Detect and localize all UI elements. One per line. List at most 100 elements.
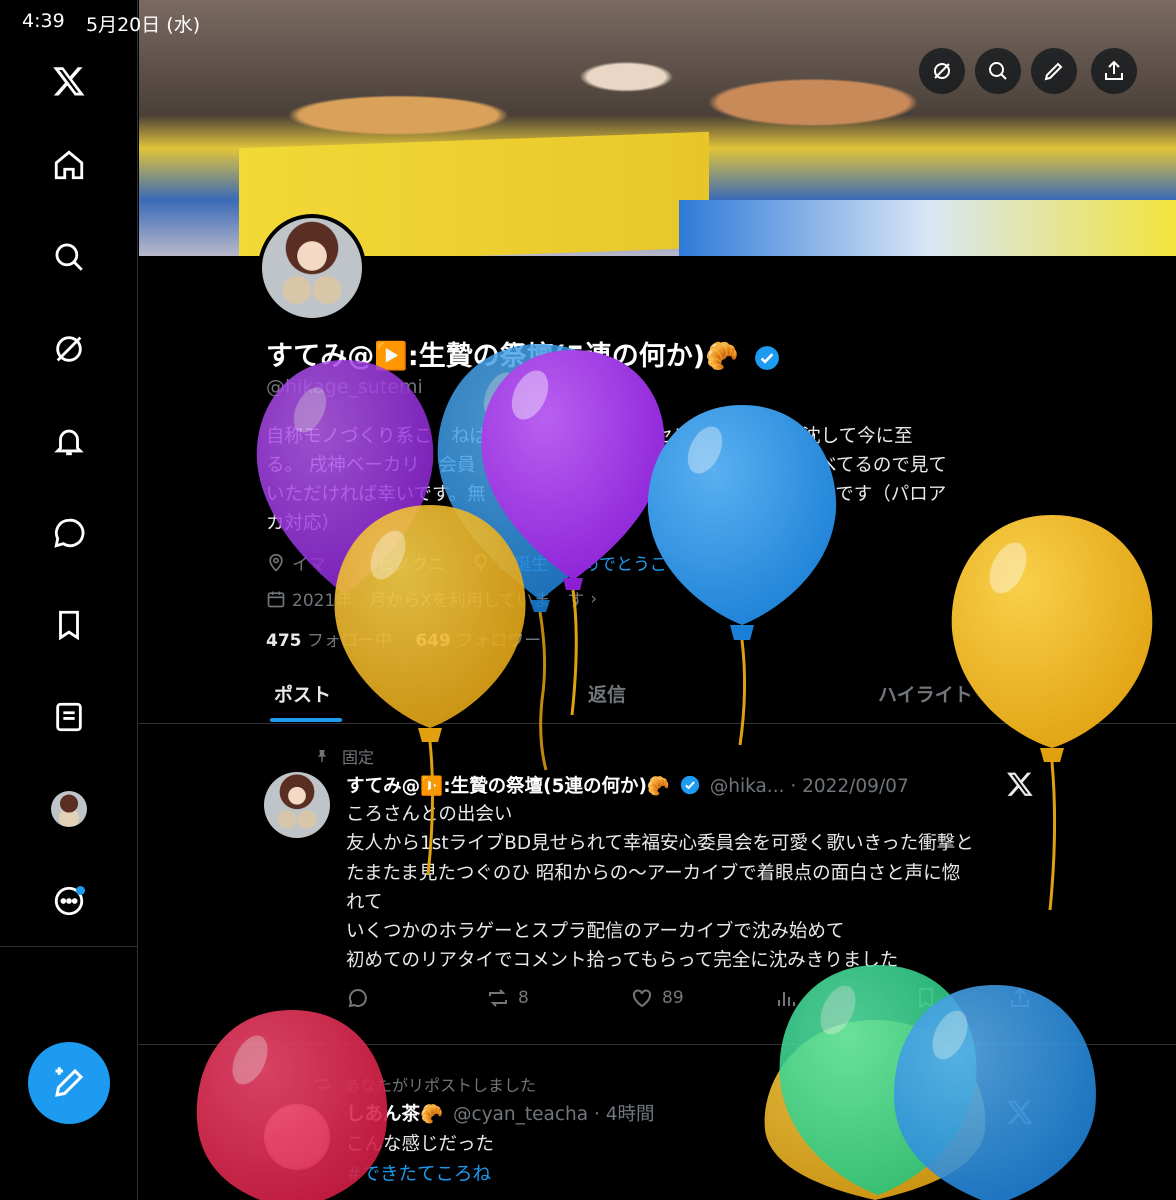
- search-icon: [989, 62, 1007, 80]
- post-line: 初めてのリアタイでコメント拾ってもらって完全に沈みきりました: [346, 950, 899, 972]
- verified-badge-icon: [680, 775, 699, 795]
- more-icon[interactable]: [44, 876, 94, 926]
- post-author-name[interactable]: すてみ@▶️:生贄の祭壇(5連の何か)🥐: [346, 776, 670, 797]
- reply-icon: [348, 988, 367, 1008]
- profile-meta-row: イマ ヒノクニ お誕生 おめでとうございます。: [266, 550, 750, 575]
- views-chart-icon: [778, 992, 795, 1006]
- post-line: たまたま見たつぐのひ 昭和からの〜アーカイブで着眼点の面白さと声に惚: [346, 862, 961, 884]
- compose-button[interactable]: [28, 1042, 110, 1124]
- tabs-divider: [139, 723, 1176, 724]
- balloon-green-bottom: [779, 965, 977, 1195]
- post-line: ころさんとの出会い: [346, 804, 513, 825]
- post-author-name[interactable]: しあん茶🥐: [346, 1104, 443, 1125]
- banner-grok-button[interactable]: [919, 48, 965, 94]
- repost-label: あなたがリポストしました: [314, 1072, 536, 1096]
- tab-posts[interactable]: ポスト: [274, 680, 331, 707]
- messages-icon[interactable]: [44, 508, 94, 558]
- reply-button[interactable]: [346, 986, 378, 1010]
- tab-highlights[interactable]: ハイライト: [878, 680, 973, 707]
- following-label[interactable]: フォロー中: [307, 631, 392, 651]
- views-button[interactable]: [774, 986, 798, 1010]
- search-icon[interactable]: [44, 232, 94, 282]
- x-logo-icon[interactable]: [44, 56, 94, 106]
- post-body: こんな感じだった #できたてころね: [346, 1130, 494, 1190]
- compose-post-icon: [55, 1067, 84, 1097]
- status-time: 4:39: [22, 10, 65, 32]
- display-name-text: すてみ@▶️:生贄の祭壇(5連の何か)🥐: [266, 341, 739, 372]
- follow-stats: 475 フォロー中 649 フォロワー: [266, 626, 559, 651]
- balloon-icon: [475, 553, 487, 571]
- pin-icon: [318, 750, 326, 762]
- bio-line: カ対応）: [266, 513, 341, 534]
- profile-location: イマ ヒノクニ: [292, 555, 445, 575]
- heart-icon: [633, 989, 651, 1008]
- notifications-bell-icon[interactable]: [44, 416, 94, 466]
- repost-icon: [489, 989, 507, 1007]
- x-logo-icon: [1007, 772, 1033, 796]
- post-line: れて: [346, 891, 383, 913]
- edit-icon: [1044, 62, 1063, 81]
- post-line: こんな感じだった: [346, 1134, 495, 1155]
- profile-joined-row[interactable]: 2021年 月からXを利用していま す ›: [266, 586, 597, 611]
- x-logo-icon: [1007, 1100, 1033, 1124]
- bookmark-button[interactable]: [914, 986, 938, 1010]
- balloon-yellow-bottom: [764, 1020, 986, 1200]
- calendar-icon: [267, 591, 285, 607]
- followers-count[interactable]: 649: [415, 631, 451, 651]
- bookmarks-icon[interactable]: [44, 600, 94, 650]
- post-line: いくつかのホラゲーとスプラ配信のアーカイブで沈み始めて: [346, 921, 845, 943]
- tab-replies[interactable]: 返信: [588, 680, 626, 707]
- bookmark-icon: [919, 988, 933, 1009]
- balloon-blue-bottom: [894, 985, 1096, 1200]
- like-count: 89: [662, 988, 684, 1008]
- sidebar-nav: [0, 0, 138, 1200]
- profile-handle: @hikage_sutemi: [266, 376, 423, 398]
- bio-line: る。 戌神ベーカリ 会員 5003 ハイライトにものづくり作品並べてるので見て: [266, 455, 947, 476]
- lists-icon[interactable]: [44, 692, 94, 742]
- repost-icon: [316, 1077, 330, 1091]
- profile-avatar[interactable]: [44, 784, 94, 834]
- like-button[interactable]: 89: [630, 986, 684, 1010]
- notification-dot: [76, 886, 85, 895]
- post-line: 友人から1stライブBD見せられて幸福安心委員会を可愛く歌いきった衝撃と: [346, 833, 974, 855]
- post-share-button[interactable]: [1008, 986, 1032, 1010]
- repost-label-text: あなたがリポストしました: [344, 1076, 537, 1095]
- post-body: ころさんとの出会い 友人から1stライブBD見せられて幸福安心委員会を可愛く歌い…: [346, 800, 1046, 976]
- pinned-label: 固定: [314, 744, 374, 768]
- profile-birthday[interactable]: お誕生 おめでとうございます。: [497, 550, 750, 575]
- status-bar: 4:39 5月20日 (水): [0, 0, 1176, 46]
- active-tab-indicator: [270, 718, 342, 722]
- share-icon: [1011, 987, 1029, 1007]
- repost-count: 8: [518, 988, 529, 1008]
- grok-icon: [934, 63, 950, 79]
- bio-line: いただければ幸いです。無 ア す。戌神ころねさんのファンです（パロア: [266, 484, 947, 505]
- profile-display-name: すてみ@▶️:生贄の祭壇(5連の何か)🥐: [266, 334, 780, 373]
- status-date: 5月20日 (水): [86, 14, 201, 36]
- profile-avatar-large[interactable]: [258, 214, 366, 322]
- banner-edit-button[interactable]: [1031, 48, 1077, 94]
- home-icon[interactable]: [44, 140, 94, 190]
- post-header: しあん茶🥐 @cyan_teacha · 4時間: [346, 1100, 655, 1126]
- bio-line: 自称モノづくり系こ ねば ろさんの歌とセンスと訛りに撃沈して今に至: [266, 426, 913, 447]
- hashtag-link[interactable]: #できたてころね: [346, 1160, 494, 1190]
- post-handle-time[interactable]: @cyan_teacha · 4時間: [453, 1104, 655, 1125]
- post-avatar[interactable]: [264, 772, 330, 838]
- chevron-right-icon: ›: [590, 588, 598, 609]
- post-avatar[interactable]: [264, 1104, 330, 1170]
- followers-label[interactable]: フォロワー: [456, 631, 541, 651]
- following-count[interactable]: 475: [266, 631, 302, 651]
- verified-badge-icon: [755, 345, 780, 370]
- profile-bio: 自称モノづくり系こ ねば ろさんの歌とセンスと訛りに撃沈して今に至 る。 戌神ベ…: [266, 422, 1046, 538]
- share-icon: [1105, 60, 1123, 80]
- repost-button[interactable]: 8: [486, 986, 529, 1010]
- pinned-label-text: 固定: [342, 748, 375, 767]
- banner-decoration: [679, 200, 1176, 256]
- post-handle-time[interactable]: @hika... · 2022/09/07: [710, 776, 909, 797]
- banner-search-button[interactable]: [975, 48, 1021, 94]
- profile-joined: 2021年 月からXを利用していま す: [292, 591, 585, 611]
- sidebar-divider: [0, 946, 138, 947]
- post-divider: [139, 1044, 1176, 1045]
- banner-share-button[interactable]: [1091, 48, 1137, 94]
- location-pin-icon: [269, 553, 283, 572]
- grok-icon[interactable]: [44, 324, 94, 374]
